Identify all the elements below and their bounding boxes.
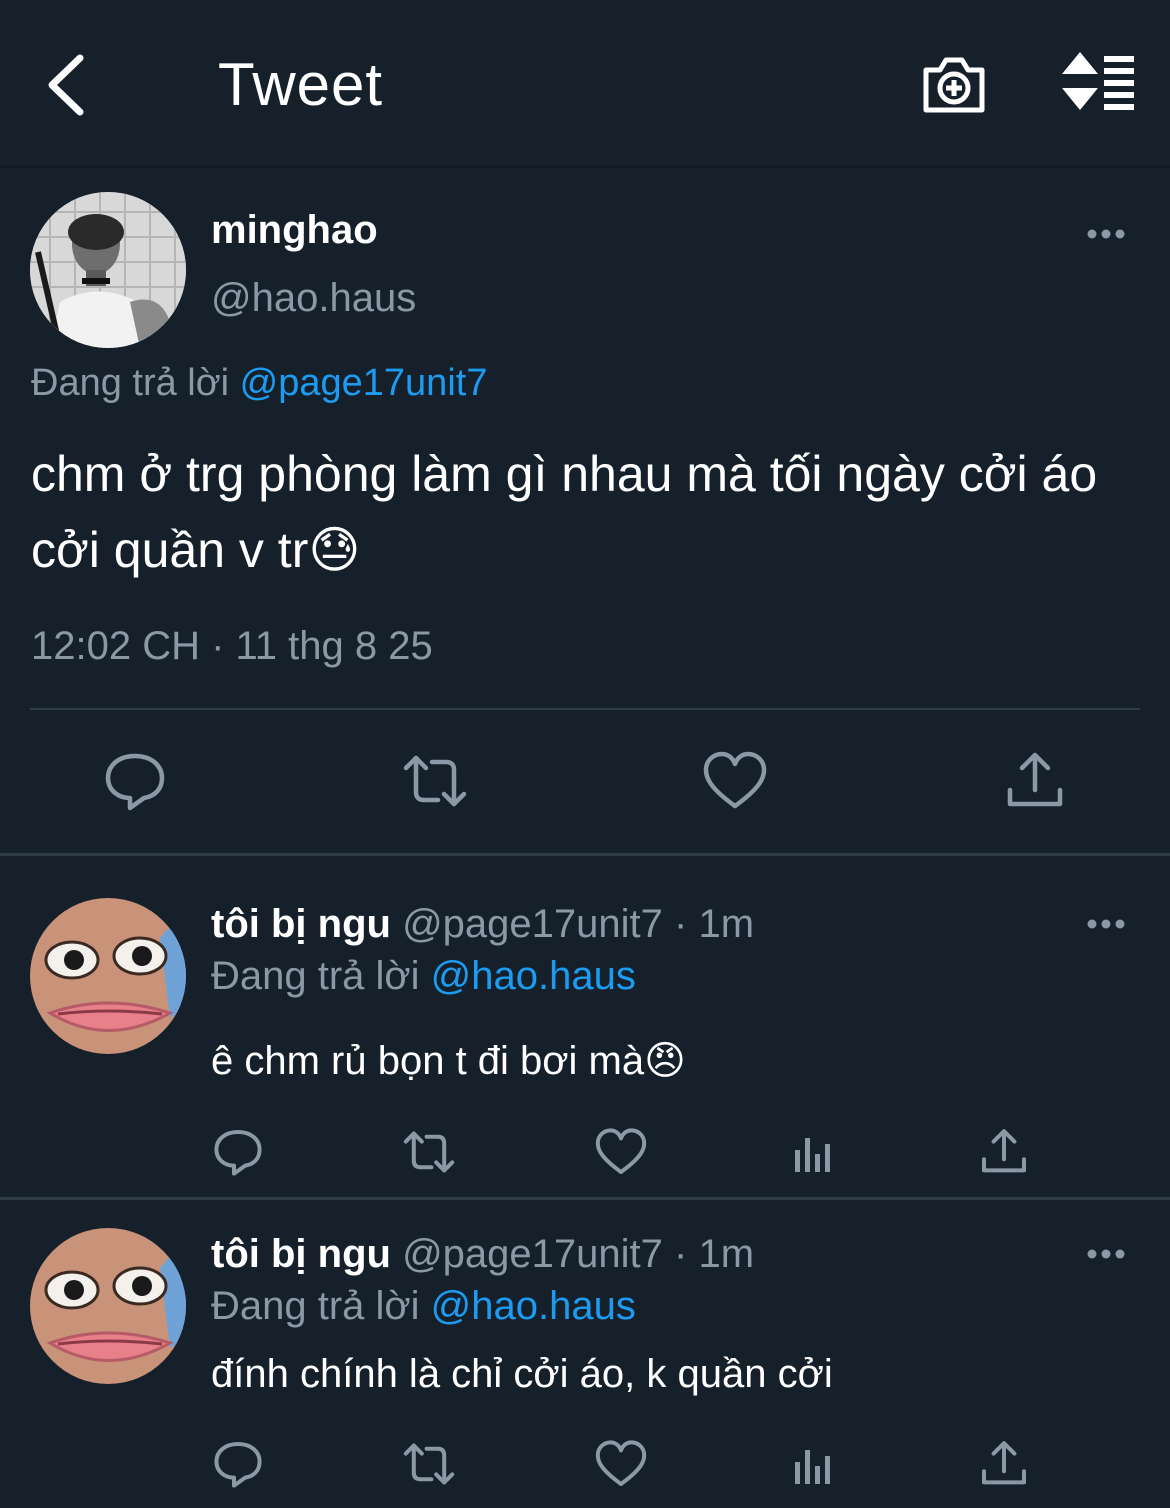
more-options-icon[interactable] <box>1080 222 1132 246</box>
reply-tweet: tôi bị ngu @page17unit7 · 1m Đang trả lờ… <box>0 1202 1170 1508</box>
camera-add-icon[interactable] <box>918 48 990 120</box>
sort-icon[interactable] <box>1058 48 1138 120</box>
more-options-icon[interactable] <box>1080 912 1132 936</box>
replying-to: Đang trả lời @hao.haus <box>211 954 636 999</box>
reply-header: tôi bị ngu @page17unit7 · 1m <box>211 1232 754 1277</box>
more-options-icon[interactable] <box>1080 1242 1132 1266</box>
like-icon[interactable] <box>593 1124 649 1180</box>
reply-icon[interactable] <box>100 746 170 816</box>
timestamp[interactable]: 12:02 CH · 11 thg 8 25 <box>31 624 433 669</box>
reply-header: tôi bị ngu @page17unit7 · 1m <box>211 902 754 947</box>
top-bar: Tweet <box>0 0 1170 168</box>
mention-link[interactable]: @hao.haus <box>431 1284 636 1328</box>
analytics-icon[interactable] <box>785 1436 841 1492</box>
analytics-icon[interactable] <box>785 1124 841 1180</box>
share-icon[interactable] <box>1000 746 1070 816</box>
display-name[interactable]: tôi bị ngu <box>211 1232 391 1276</box>
reply-icon[interactable] <box>210 1436 266 1492</box>
like-icon[interactable] <box>593 1436 649 1492</box>
retweet-icon[interactable] <box>401 1124 457 1180</box>
like-icon[interactable] <box>700 746 770 816</box>
page-title: Tweet <box>218 51 384 118</box>
retweet-icon[interactable] <box>401 1436 457 1492</box>
replying-to: Đang trả lời @page17unit7 <box>31 362 487 405</box>
replying-prefix: Đang trả lời <box>211 954 420 998</box>
reply-icon[interactable] <box>210 1124 266 1180</box>
back-arrow-icon[interactable] <box>38 50 98 120</box>
avatar[interactable] <box>30 192 186 348</box>
avatar[interactable] <box>30 898 186 1054</box>
display-name[interactable]: minghao <box>211 208 378 253</box>
display-name[interactable]: tôi bị ngu <box>211 902 391 946</box>
reply-meta: @page17unit7 · 1m <box>402 1232 755 1276</box>
retweet-icon[interactable] <box>400 746 470 816</box>
share-icon[interactable] <box>976 1436 1032 1492</box>
replying-prefix: Đang trả lời <box>211 1284 420 1328</box>
replying-to: Đang trả lời @hao.haus <box>211 1284 636 1329</box>
main-tweet: minghao @hao.haus Đang trả lời @page17un… <box>0 170 1170 856</box>
tweet-text: ê chm rủ bọn t đi bơi mà😠 <box>211 1039 686 1083</box>
reply-tweet: tôi bị ngu @page17unit7 · 1m Đang trả lờ… <box>0 858 1170 1200</box>
user-handle[interactable]: @hao.haus <box>211 276 416 321</box>
share-icon[interactable] <box>976 1124 1032 1180</box>
tweet-text: đính chính là chỉ cởi áo, k quần cởi <box>211 1352 833 1396</box>
mention-link[interactable]: @hao.haus <box>431 954 636 998</box>
mention-link[interactable]: @page17unit7 <box>240 362 488 404</box>
tweet-text: chm ở trg phòng làm gì nhau mà tối ngày … <box>31 446 1098 578</box>
avatar[interactable] <box>30 1228 186 1384</box>
replying-prefix: Đang trả lời <box>31 362 230 404</box>
divider <box>30 708 1140 710</box>
reply-meta: @page17unit7 · 1m <box>402 902 755 946</box>
